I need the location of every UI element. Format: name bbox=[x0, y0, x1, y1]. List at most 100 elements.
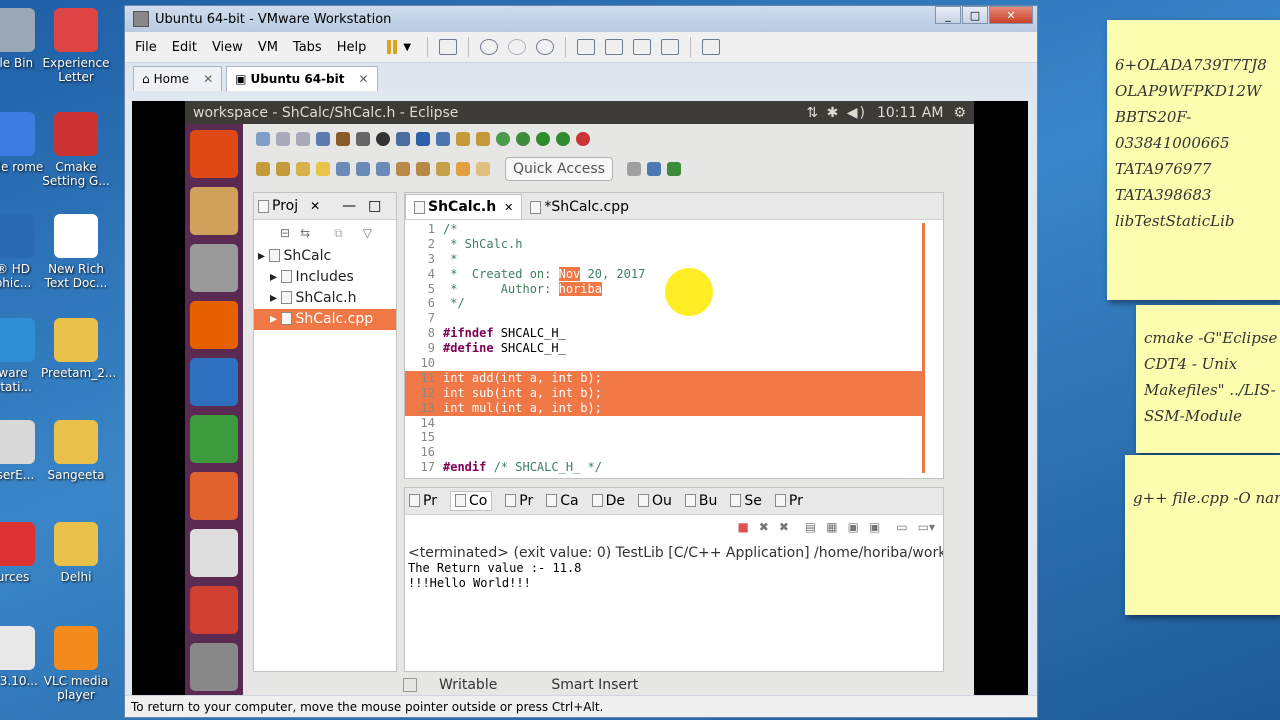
ubuntu-dash-icon[interactable] bbox=[190, 130, 238, 178]
remove-launch-icon[interactable]: ✖ bbox=[759, 520, 769, 534]
writer-icon[interactable] bbox=[190, 358, 238, 406]
c-perspective-icon[interactable] bbox=[646, 162, 661, 176]
close-tab-icon[interactable]: ✕ bbox=[504, 201, 513, 214]
tab-project-explorer[interactable]: Proj bbox=[272, 198, 298, 214]
console-tab[interactable]: De bbox=[591, 493, 625, 509]
build-config-icon[interactable] bbox=[316, 132, 330, 146]
close-button[interactable]: ✕ bbox=[989, 6, 1033, 24]
snapshot-icon[interactable] bbox=[480, 39, 499, 55]
sticky-note[interactable]: 6+OLADA739T7TJ8 OLAP9WFPKD12W BBTS20F- 0338… bbox=[1107, 20, 1280, 300]
block-select-icon[interactable] bbox=[356, 162, 370, 176]
console-tab[interactable]: Bu bbox=[684, 493, 717, 509]
console-view-icon[interactable] bbox=[702, 39, 721, 55]
collapse-all-icon[interactable]: ⊟ bbox=[280, 226, 290, 240]
build-hammer-icon[interactable] bbox=[336, 132, 350, 146]
desktop-icon[interactable]: Sangeeta bbox=[41, 420, 111, 482]
code-line[interactable]: 17 #endif /* SHCALC_H_ */ bbox=[405, 460, 925, 475]
terminate-icon[interactable]: ■ bbox=[737, 520, 748, 534]
link-editor-icon[interactable]: ⇆ bbox=[300, 226, 310, 240]
help-icon[interactable] bbox=[190, 643, 238, 691]
minimize-view-icon[interactable]: — bbox=[342, 198, 356, 214]
run-icon[interactable] bbox=[536, 132, 550, 146]
vmware-title-bar[interactable]: Ubuntu 64-bit - VMware Workstation _ □ ✕ bbox=[125, 6, 1037, 32]
tree-expand-icon[interactable]: ▸ bbox=[258, 248, 269, 264]
search-tool-icon[interactable] bbox=[416, 132, 430, 146]
debug-perspective-icon[interactable] bbox=[666, 162, 681, 176]
desktop-icon[interactable]: Experience Letter bbox=[41, 8, 111, 84]
open-perspective-icon[interactable] bbox=[626, 162, 641, 176]
editor-tab[interactable]: *ShCalc.cpp bbox=[522, 195, 637, 219]
console-tab[interactable]: Se bbox=[730, 493, 762, 509]
code-line[interactable]: 16 bbox=[405, 445, 925, 460]
debug-target-icon[interactable] bbox=[376, 132, 390, 146]
minimize-button[interactable]: _ bbox=[935, 6, 961, 24]
terminal-icon[interactable] bbox=[396, 132, 410, 146]
console-tab[interactable]: Ca bbox=[546, 493, 579, 509]
console-tab[interactable]: Ou bbox=[638, 493, 672, 509]
new-file-icon[interactable] bbox=[256, 132, 270, 146]
code-line[interactable]: 8 #ifndef SHCALC_H_ bbox=[405, 326, 925, 341]
unity-icon[interactable] bbox=[661, 39, 680, 55]
tree-item[interactable]: ▸ ShCalc.h bbox=[254, 288, 396, 309]
new-source-icon[interactable] bbox=[476, 132, 490, 146]
tree-expand-icon[interactable]: ▸ bbox=[270, 290, 281, 306]
indicator-icons[interactable]: ⇅ ✱ ◀) bbox=[806, 105, 877, 121]
console-tab[interactable]: Co bbox=[449, 491, 493, 511]
maximize-view-icon[interactable]: □ bbox=[368, 198, 381, 214]
send-keys-icon[interactable] bbox=[439, 39, 458, 55]
display-console-icon[interactable]: ▭ bbox=[896, 520, 907, 534]
open-console-icon[interactable]: ▭▾ bbox=[918, 520, 935, 534]
calc-icon[interactable] bbox=[190, 415, 238, 463]
files-icon[interactable] bbox=[190, 244, 238, 292]
tree-item[interactable]: ▸ ShCalc bbox=[254, 246, 396, 267]
close-tab-icon[interactable]: ✕ bbox=[358, 72, 368, 86]
back-icon[interactable] bbox=[456, 162, 470, 176]
debug-icon[interactable] bbox=[516, 132, 530, 146]
code-line[interactable]: 4 * Created on: Nov 20, 2017 bbox=[405, 266, 925, 282]
open-folder-icon[interactable] bbox=[256, 162, 270, 176]
save-icon[interactable] bbox=[276, 132, 290, 146]
code-line[interactable]: 13 int mul(int a, int b); bbox=[405, 400, 925, 416]
tab-ubuntu[interactable]: ▣ Ubuntu 64-bit ✕ bbox=[226, 66, 378, 91]
menu-item[interactable]: View bbox=[212, 40, 243, 55]
desktop-icon[interactable]: Cmake Setting G... bbox=[41, 112, 111, 188]
stop-external-icon[interactable] bbox=[576, 132, 590, 146]
menu-item[interactable]: Edit bbox=[172, 40, 197, 55]
new-folder-icon[interactable] bbox=[456, 132, 470, 146]
menu-item[interactable]: File bbox=[135, 40, 157, 55]
code-area[interactable]: 1/* 2 * ShCalc.h 3 * 4 * Created on: Nov 20… bbox=[405, 222, 925, 475]
thumbnail-bar-icon[interactable] bbox=[605, 39, 624, 55]
tree-expand-icon[interactable]: ▸ bbox=[270, 311, 281, 327]
show-library-icon[interactable] bbox=[577, 39, 596, 55]
new-class-icon[interactable] bbox=[436, 132, 450, 146]
tab-home[interactable]: ⌂ Home ✕ bbox=[133, 66, 223, 91]
code-line[interactable]: 12 int sub(int a, int b); bbox=[405, 385, 925, 401]
open-project-icon[interactable] bbox=[276, 162, 290, 176]
text-editor-icon[interactable] bbox=[190, 187, 238, 235]
tree-item[interactable]: ▸ ShCalc.cpp bbox=[254, 309, 396, 330]
code-line[interactable]: 1 /* bbox=[405, 222, 925, 237]
guest-screen[interactable]: workspace - ShCalc/ShCalc.h - Eclipse ⇅ … bbox=[132, 101, 1028, 696]
clear-console-icon[interactable]: ▤ bbox=[805, 520, 816, 534]
filter-icon[interactable]: ⧉ bbox=[334, 226, 343, 241]
prev-annotation-icon[interactable] bbox=[416, 162, 430, 176]
run-external-icon[interactable] bbox=[556, 132, 570, 146]
menu-item[interactable]: Tabs bbox=[293, 40, 322, 55]
maximize-button[interactable]: □ bbox=[962, 6, 988, 24]
next-annotation-icon[interactable] bbox=[396, 162, 410, 176]
chevron-down-icon[interactable]: ▼ bbox=[403, 42, 411, 53]
open-type-icon[interactable] bbox=[296, 162, 310, 176]
last-edit-icon[interactable] bbox=[436, 162, 450, 176]
full-screen-icon[interactable] bbox=[633, 39, 652, 55]
tree-item[interactable]: ▸ Includes bbox=[254, 267, 396, 288]
code-line[interactable]: 9 #define SHCALC_H_ bbox=[405, 341, 925, 356]
menu-item[interactable]: Help bbox=[337, 40, 367, 55]
word-wrap-icon[interactable]: ▣ bbox=[848, 520, 859, 534]
remove-all-icon[interactable]: ✖ bbox=[779, 520, 789, 534]
highlight-icon[interactable] bbox=[316, 162, 330, 176]
revert-snapshot-icon[interactable] bbox=[508, 39, 527, 55]
amazon-icon[interactable] bbox=[190, 529, 238, 577]
clock[interactable]: 10:11 AM bbox=[877, 105, 953, 121]
close-tab-icon[interactable]: ✕ bbox=[203, 72, 213, 86]
refresh-icon[interactable] bbox=[496, 132, 510, 146]
